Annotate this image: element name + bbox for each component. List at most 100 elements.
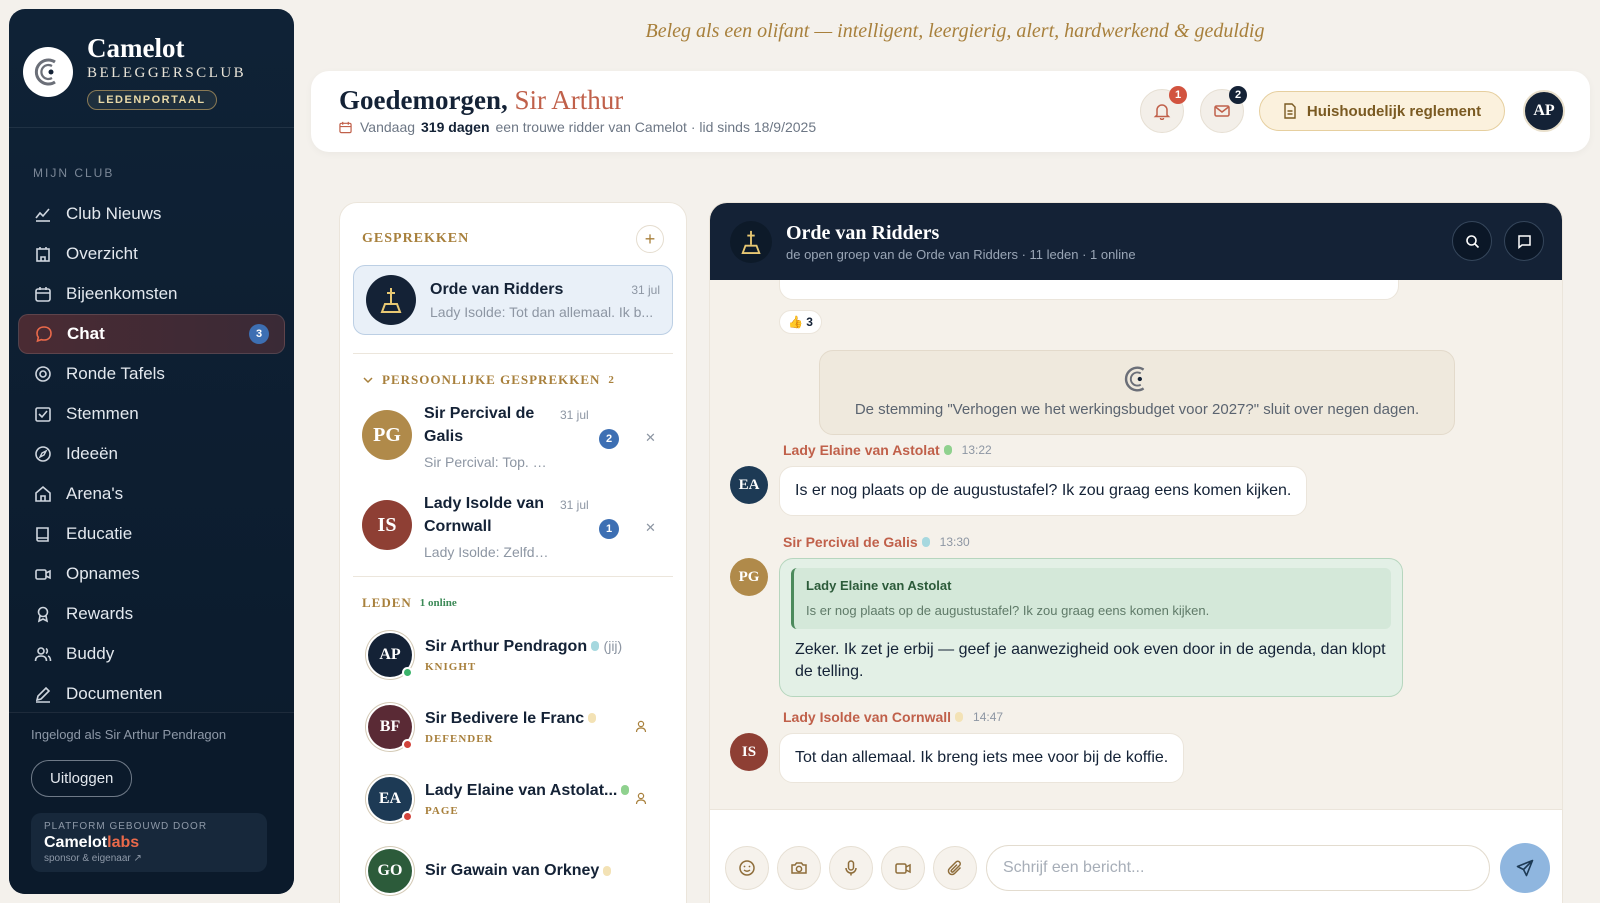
user-icon[interactable] — [634, 791, 648, 810]
sidebar-item-buddy[interactable]: Buddy — [18, 634, 285, 674]
sidebar-item-overzicht[interactable]: Overzicht — [18, 234, 285, 274]
notifications-badge: 1 — [1169, 86, 1187, 104]
member-item[interactable]: EA Lady Elaine van Astolat... PAGE — [340, 763, 686, 835]
camelot-logo[interactable] — [23, 47, 73, 97]
brand-name: Camelot — [87, 33, 185, 63]
unread-badge: 1 — [599, 519, 619, 539]
message-bubble: Tot dan allemaal. Ik breng iets mee voor… — [779, 733, 1185, 783]
sidebar-item-club-nieuws[interactable]: Club Nieuws — [18, 194, 285, 234]
quoted-message[interactable]: Lady Elaine van Astolat Is er nog plaats… — [791, 568, 1391, 629]
brand: Camelot BELEGGERSCLUB LEDENPORTAAL — [9, 9, 294, 128]
sidebar-item-label: Documenten — [66, 684, 163, 703]
quoted-author: Lady Elaine van Astolat — [806, 578, 952, 593]
gem-icon — [591, 641, 600, 652]
close-icon[interactable]: ✕ — [645, 430, 656, 446]
personal-conversations-count: 2 — [608, 374, 614, 386]
message-time: 13:30 — [939, 535, 970, 549]
members-title: LEDEN — [362, 595, 412, 610]
emoji-button[interactable] — [725, 846, 769, 890]
search-icon — [1465, 234, 1480, 249]
sidebar-item-label: Chat — [67, 324, 105, 343]
chat-unread-badge: 3 — [249, 324, 269, 344]
sidebar-item-label: Rewards — [66, 604, 134, 623]
sidebar-item-label: Stemmen — [66, 404, 139, 423]
logout-button[interactable]: Uitloggen — [31, 760, 133, 797]
close-icon[interactable]: ✕ — [645, 520, 656, 536]
user-icon[interactable] — [634, 719, 648, 738]
gem-icon — [588, 713, 597, 724]
portal-badge: LEDENPORTAAL — [87, 90, 217, 110]
smiley-icon — [738, 859, 756, 877]
sidebar-item-documenten[interactable]: Documenten — [18, 674, 285, 714]
sidebar-item-arenas[interactable]: Arena's — [18, 474, 285, 514]
messages-button[interactable]: 2 — [1200, 86, 1247, 133]
avatar-initials: EA — [378, 790, 402, 807]
chart-line-icon — [33, 204, 53, 224]
sidebar-item-bijeenkomsten[interactable]: Bijeenkomsten — [18, 274, 285, 314]
sidebar-item-educatie[interactable]: Educatie — [18, 514, 285, 554]
member-since-line: Vandaag 319 dagen een trouwe ridder van … — [339, 119, 816, 135]
users-icon — [33, 644, 53, 664]
sidebar-item-rewards[interactable]: Rewards — [18, 594, 285, 634]
days-count: 319 dagen — [421, 119, 490, 135]
sidebar-item-ideeen[interactable]: Ideeën — [18, 434, 285, 474]
notifications-button[interactable]: 1 — [1140, 86, 1187, 133]
sidebar-nav: Club Nieuws Overzicht Bijeenkomsten Chat… — [9, 194, 294, 714]
reglement-button[interactable]: Huishoudelijk reglement — [1259, 91, 1505, 131]
reaction-chip[interactable]: 👍 3 — [779, 310, 822, 334]
chat-info-button[interactable] — [1504, 221, 1544, 261]
avatar[interactable]: PG — [730, 558, 768, 596]
powered-name: Camelotlabs — [44, 834, 254, 852]
search-button[interactable] — [1452, 221, 1492, 261]
user-avatar[interactable]: AP — [1523, 90, 1565, 132]
member-item[interactable]: BF Sir Bedivere le Franc DEFENDER — [340, 691, 686, 763]
sidebar-item-label: Club Nieuws — [66, 204, 162, 223]
member-since: een trouwe ridder van Camelot · lid sind… — [495, 119, 817, 135]
video-button[interactable] — [881, 846, 925, 890]
conversation-preview: Lady Isolde: Zelfde ge... — [424, 544, 552, 560]
personal-conversation-item[interactable]: PG Sir Percival de Galis Sir Percival: T… — [340, 402, 686, 470]
personal-conversations-toggle[interactable]: PERSOONLIJKE GESPREKKEN 2 — [340, 354, 686, 388]
sword-in-stone-icon — [730, 220, 772, 263]
sidebar-item-label: Ronde Tafels — [66, 364, 165, 383]
send-button[interactable] — [1500, 843, 1550, 893]
powered-sub: sponsor & eigenaar ↗ — [44, 853, 142, 864]
mail-icon — [1213, 102, 1231, 120]
sidebar-item-ronde-tafels[interactable]: Ronde Tafels — [18, 354, 285, 394]
member-item[interactable]: AP Sir Arthur Pendragon (jij) KNIGHT — [340, 619, 686, 691]
chat-header: Orde van Ridders de open groep van de Or… — [710, 203, 1562, 280]
chevron-down-icon — [362, 374, 374, 386]
reglement-label: Huishoudelijk reglement — [1306, 102, 1482, 120]
conversation-name: Lady Isolde van Cornwall — [424, 495, 545, 535]
conversation-name: Sir Percival de Galis — [424, 405, 535, 445]
sidebar-item-label: Educatie — [66, 524, 133, 543]
nav-section-label: MIJN CLUB — [33, 166, 115, 180]
sidebar-item-label: Buddy — [66, 644, 115, 663]
system-message: De stemming "Verhogen we het werkingsbud… — [819, 350, 1455, 435]
conversation-preview: Sir Percival: Top. En ver... — [424, 454, 552, 470]
personal-conversation-item[interactable]: IS Lady Isolde van Cornwall Lady Isolde:… — [340, 492, 686, 560]
camera-button[interactable] — [777, 846, 821, 890]
sidebar-item-stemmen[interactable]: Stemmen — [18, 394, 285, 434]
attach-button[interactable] — [933, 846, 977, 890]
unread-badge: 2 — [599, 429, 619, 449]
document-icon — [1283, 103, 1297, 119]
avatar[interactable]: IS — [730, 733, 768, 771]
conversations-panel: GESPREKKEN + Orde van Ridders 31 jul Lad… — [339, 202, 687, 903]
group-conversation-item[interactable]: Orde van Ridders 31 jul Lady Isolde: Tot… — [353, 265, 673, 335]
new-conversation-button[interactable]: + — [636, 225, 664, 253]
avatar[interactable]: EA — [730, 466, 768, 504]
avatar-initials: BF — [379, 718, 401, 735]
sidebar: Camelot BELEGGERSCLUB LEDENPORTAAL MIJN … — [9, 9, 294, 894]
book-icon — [33, 524, 53, 544]
message-input[interactable] — [986, 845, 1490, 891]
member-item[interactable]: GO Sir Gawain van Orkney — [340, 835, 686, 903]
powered-by-card[interactable]: PLATFORM GEBOUWD DOOR Camelotlabs sponso… — [31, 813, 267, 872]
sidebar-item-chat[interactable]: Chat 3 — [18, 314, 285, 354]
calendar-icon — [33, 284, 53, 304]
send-icon — [1515, 858, 1535, 878]
messages-badge: 2 — [1229, 86, 1247, 104]
microphone-button[interactable] — [829, 846, 873, 890]
sidebar-item-opnames[interactable]: Opnames — [18, 554, 285, 594]
greeting: Goedemorgen, Sir Arthur — [339, 85, 623, 116]
